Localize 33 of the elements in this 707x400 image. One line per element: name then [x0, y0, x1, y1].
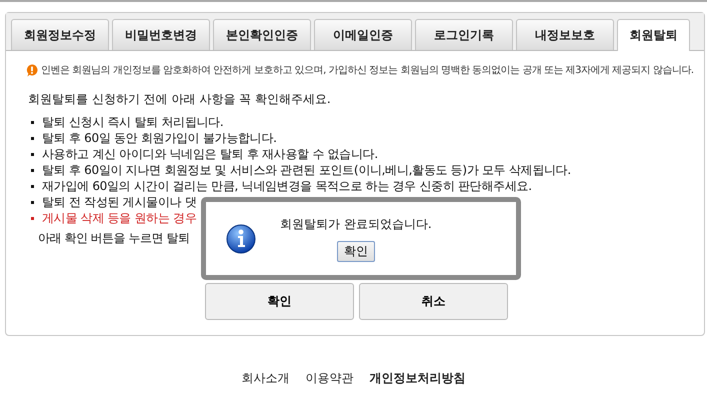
tab[interactable]: 로그인기록 — [415, 19, 513, 50]
rule-text: 탈퇴 후 60일 동안 회원가입이 불가능합니다. — [42, 130, 277, 146]
bullet-icon — [31, 200, 34, 204]
info-icon — [226, 224, 256, 254]
intro-text: 회원탈퇴를 신청하기 전에 아래 사항을 꼭 확인해주세요. — [28, 91, 332, 108]
tab[interactable]: 내정보보호 — [516, 19, 614, 50]
bullet-icon — [31, 120, 34, 124]
dialog-message: 회원탈퇴가 완료되었습니다. — [280, 216, 432, 232]
confirm-note: 아래 확인 버튼을 누르면 탈퇴 — [38, 230, 190, 247]
rule-text: 탈퇴 신청시 즉시 탈퇴 처리됩니다. — [42, 114, 224, 130]
bullet-icon — [31, 184, 34, 188]
tab[interactable]: 회원탈퇴 — [617, 19, 690, 51]
footer-link[interactable]: 개인정보처리방침 — [370, 370, 466, 387]
bullet-icon — [31, 216, 34, 220]
cancel-button[interactable]: 취소 — [359, 283, 508, 320]
bullet-icon — [31, 136, 34, 140]
warning-icon — [26, 64, 38, 76]
rule-text: 탈퇴 전 작성된 게시물이나 댓 — [42, 194, 196, 210]
tab[interactable]: 비밀번호변경 — [112, 19, 210, 50]
rule-text: 탈퇴 후 60일이 지나면 회원정보 및 서비스와 관련된 포인트(이니,베니,활동도 등)가 모두 삭제됩니다. — [42, 162, 571, 178]
confirm-button[interactable]: 확인 — [205, 283, 354, 320]
footer-link[interactable]: 회사소개 — [242, 370, 290, 387]
rule-text: 사용하고 계신 아이디와 닉네임은 탈퇴 후 재사용할 수 없습니다. — [42, 146, 378, 162]
bullet-icon — [31, 152, 34, 156]
tab[interactable]: 이메일인증 — [314, 19, 412, 50]
privacy-notice: 인벤은 회원님의 개인정보를 암호화하여 안전하게 보호하고 있으며, 가입하신 정보는 회원님의 명백한 동의없이는 공개 또는 제3자에게 제공되지 않습니다. — [41, 64, 694, 77]
footer-link[interactable]: 이용약관 — [306, 370, 354, 387]
bullet-icon — [31, 168, 34, 172]
ok-button[interactable]: 확인 — [336, 240, 375, 262]
tab[interactable]: 회원정보수정 — [11, 19, 109, 50]
rule-text: 게시물 삭제 등을 원하는 경우 — [42, 210, 196, 226]
tab[interactable]: 본인확인인증 — [213, 19, 311, 50]
rule-text: 재가입에 60일의 시간이 걸리는 만큼, 닉네임변경을 목적으로 하는 경우 신중히 판단해주세요. — [42, 178, 532, 194]
